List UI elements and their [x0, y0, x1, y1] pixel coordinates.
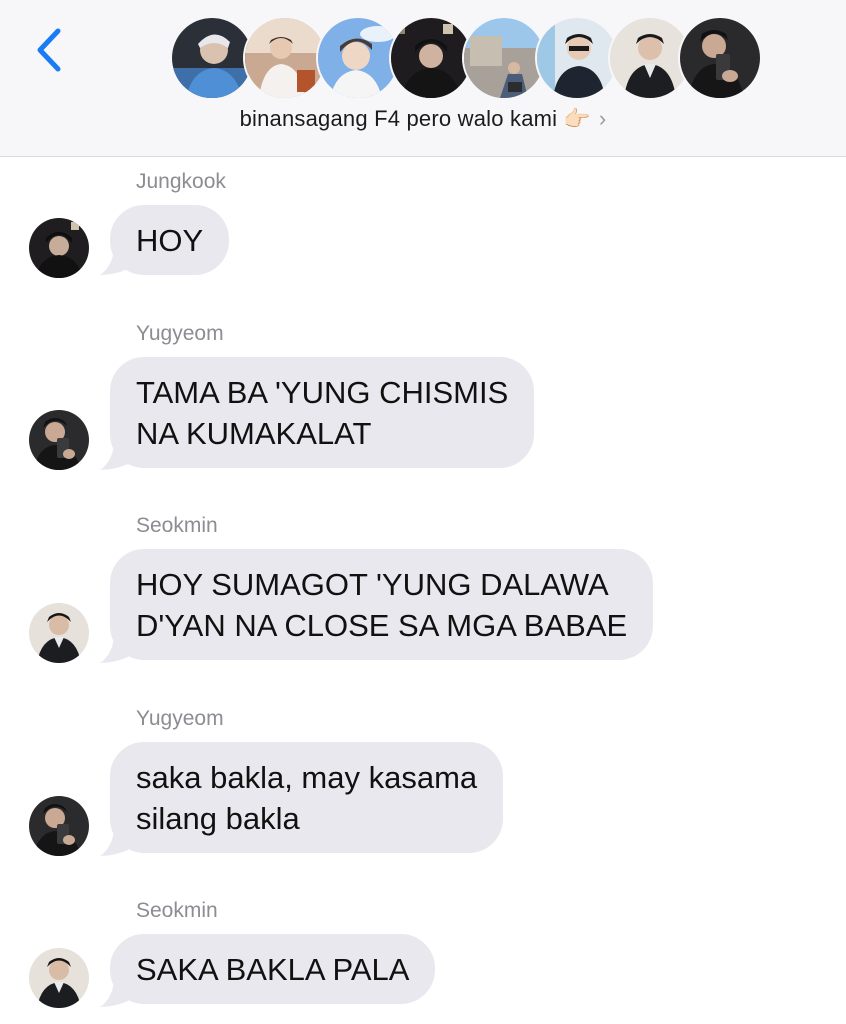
sender-name: Yugyeom — [136, 322, 224, 345]
message-bubble[interactable]: HOY — [110, 205, 230, 275]
member-avatar — [243, 16, 327, 100]
member-avatar — [678, 16, 762, 100]
message-line: HOY — [136, 223, 204, 258]
message-line: silang bakla — [136, 801, 300, 836]
message-line: HOY SUMAGOT 'YUNG DALAWA — [136, 567, 609, 602]
message-bubble[interactable]: TAMA BA 'YUNG CHISMIS NA KUMAKALAT — [110, 357, 535, 468]
member-avatar — [316, 16, 400, 100]
group-avatars[interactable] — [170, 16, 762, 100]
sender-name: Seokmin — [136, 514, 218, 537]
chevron-right-icon: › — [598, 106, 607, 131]
message-line: D'YAN NA CLOSE SA MGA BABAE — [136, 608, 628, 643]
message-bubble[interactable]: HOY SUMAGOT 'YUNG DALAWA D'YAN NA CLOSE … — [110, 549, 654, 660]
message-line: SAKA BAKLA PALA — [136, 952, 410, 987]
avatar[interactable] — [29, 948, 89, 1008]
member-avatar — [170, 16, 254, 100]
sender-name: Yugyeom — [136, 707, 224, 730]
back-button[interactable] — [30, 25, 70, 75]
message-bubble[interactable]: saka bakla, may kasama silang bakla — [110, 742, 504, 853]
group-title[interactable]: binansagang F4 pero walo kami 👉🏻 › — [0, 106, 846, 132]
member-avatar — [462, 16, 546, 100]
avatar[interactable] — [29, 218, 89, 278]
message-line: NA KUMAKALAT — [136, 416, 372, 451]
chevron-left-icon — [37, 28, 61, 72]
chat-header: binansagang F4 pero walo kami 👉🏻 › — [0, 0, 846, 157]
message-line: saka bakla, may kasama — [136, 760, 478, 795]
message-line: TAMA BA 'YUNG CHISMIS — [136, 375, 509, 410]
sender-name: Seokmin — [136, 899, 218, 922]
member-avatar — [389, 16, 473, 100]
avatar[interactable] — [29, 410, 89, 470]
group-name-text: binansagang F4 pero walo kami — [239, 106, 558, 131]
avatar[interactable] — [29, 796, 89, 856]
sender-name: Jungkook — [136, 170, 226, 193]
message-bubble[interactable]: SAKA BAKLA PALA — [110, 934, 436, 1004]
pointing-hand-icon: 👉🏻 — [563, 106, 591, 131]
member-avatar — [535, 16, 619, 100]
avatar[interactable] — [29, 603, 89, 663]
